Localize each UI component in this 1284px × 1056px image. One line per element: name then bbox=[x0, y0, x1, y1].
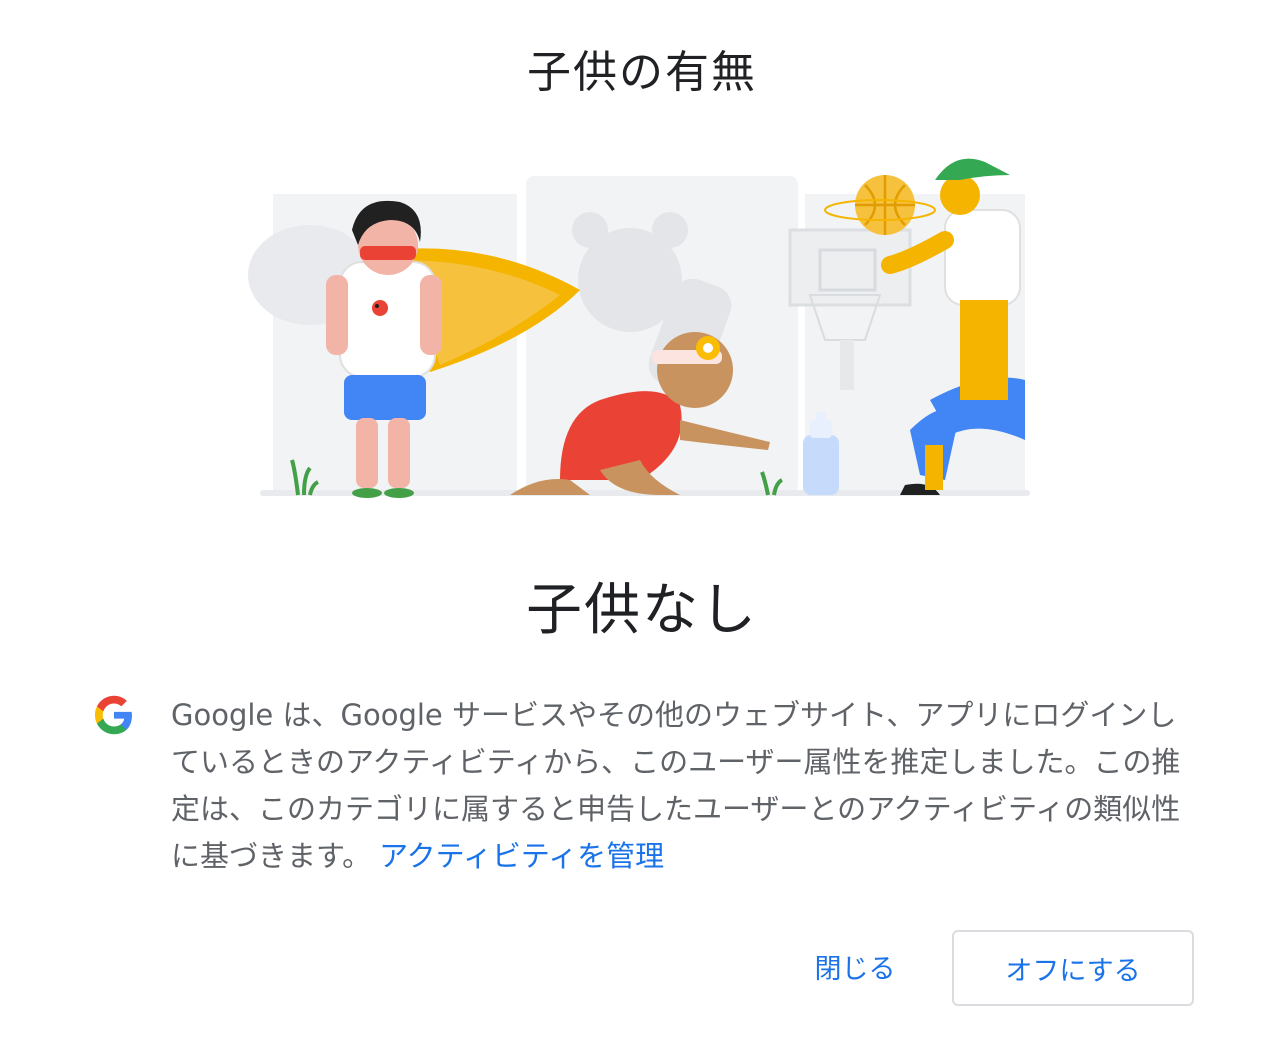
google-g-icon bbox=[94, 695, 132, 735]
description-text: Google は、Google サービスやその他のウェブサイト、アプリにログイン… bbox=[171, 698, 1181, 873]
close-button[interactable]: 閉じる bbox=[795, 940, 915, 992]
manage-activity-link[interactable]: アクティビティを管理 bbox=[379, 839, 664, 873]
dialog-title: 子供の有無 bbox=[527, 47, 757, 98]
estimated-value: 子供なし bbox=[526, 578, 758, 643]
description: Google は、Google サービスやその他のウェブサイト、アプリにログイン… bbox=[171, 692, 1201, 880]
children-illustration bbox=[248, 158, 1030, 498]
ad-settings-dialog: 子供の有無 子供なし Google は、Google サービスやその他のウェブサ… bbox=[0, 0, 1284, 1056]
turn-off-button[interactable]: オフにする bbox=[952, 930, 1194, 1006]
